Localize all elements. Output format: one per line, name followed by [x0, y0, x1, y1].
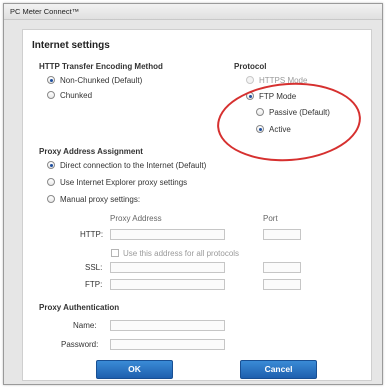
non-chunked-radio[interactable]: [47, 76, 55, 84]
http-port-field[interactable]: [263, 229, 301, 240]
proxy-heading: Proxy Address Assignment: [39, 147, 143, 156]
manual-proxy-radio[interactable]: [47, 195, 55, 203]
https-mode-label: HTTPS Mode: [259, 76, 308, 85]
http-label: HTTP:: [80, 230, 104, 239]
dialog-panel: Internet settings HTTP Transfer Encoding…: [22, 29, 372, 381]
ftp-label: FTP:: [85, 280, 103, 289]
auth-heading: Proxy Authentication: [39, 303, 120, 312]
direct-connection-label: Direct connection to the Internet (Defau…: [60, 161, 207, 170]
non-chunked-label: Non-Chunked (Default): [60, 76, 143, 85]
passive-radio[interactable]: [256, 108, 264, 116]
name-label: Name:: [73, 321, 97, 330]
dialog-title: Internet settings: [32, 40, 110, 51]
title-bar[interactable]: PC Meter Connect™: [4, 4, 382, 20]
ssl-port-field[interactable]: [263, 262, 301, 273]
chunked-radio[interactable]: [47, 91, 55, 99]
http-address-field[interactable]: [110, 229, 225, 240]
active-radio[interactable]: [256, 125, 264, 133]
ssl-label: SSL:: [85, 263, 103, 272]
window-title: PC Meter Connect™: [10, 7, 80, 16]
direct-connection-radio[interactable]: [47, 161, 55, 169]
ie-proxy-label: Use Internet Explorer proxy settings: [60, 178, 188, 187]
chunked-label: Chunked: [60, 91, 93, 100]
protocol-heading: Protocol: [234, 62, 267, 71]
ok-button[interactable]: OK: [96, 360, 173, 379]
manual-proxy-label: Manual proxy settings:: [60, 195, 141, 204]
cancel-button[interactable]: Cancel: [240, 360, 317, 379]
https-mode-radio[interactable]: [246, 76, 254, 84]
active-label: Active: [269, 125, 291, 134]
ftp-address-field[interactable]: [110, 279, 225, 290]
ftp-mode-radio[interactable]: [246, 92, 254, 100]
ie-proxy-radio[interactable]: [47, 178, 55, 186]
ftp-mode-label: FTP Mode: [259, 92, 297, 101]
ftp-port-field[interactable]: [263, 279, 301, 290]
encoding-heading: HTTP Transfer Encoding Method: [39, 62, 163, 71]
name-field[interactable]: [110, 320, 225, 331]
password-field[interactable]: [110, 339, 225, 350]
same-address-label: Use this address for all protocols: [123, 249, 240, 258]
same-address-checkbox[interactable]: [111, 249, 119, 257]
ssl-address-field[interactable]: [110, 262, 225, 273]
proxy-address-header: Proxy Address: [110, 214, 162, 223]
passive-label: Passive (Default): [269, 108, 330, 117]
port-header: Port: [263, 214, 278, 223]
app-window: PC Meter Connect™ Internet settings HTTP…: [3, 3, 383, 385]
password-label: Password:: [61, 340, 99, 349]
